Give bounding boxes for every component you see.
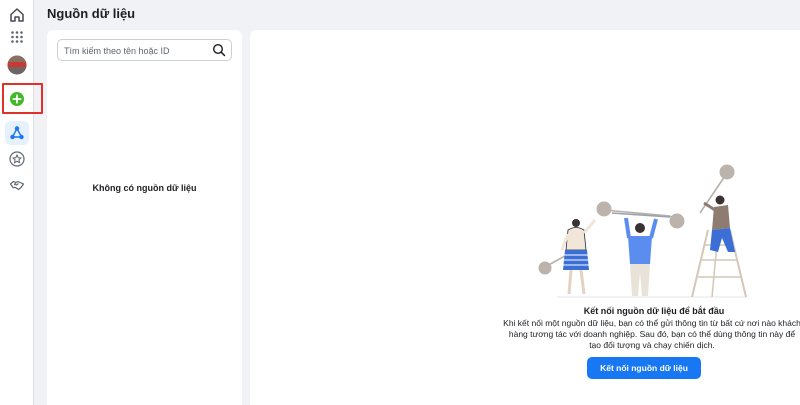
star-icon — [9, 151, 25, 167]
empty-state-label: Không có nguồn dữ liệu — [92, 183, 197, 193]
home-button[interactable] — [5, 3, 29, 27]
data-sources-button[interactable] — [5, 121, 29, 145]
person-ladder-figure — [691, 195, 747, 298]
cta-description: Khi kết nối một nguồn dữ liệu, bạn có th… — [503, 318, 800, 350]
partners-button[interactable] — [5, 173, 29, 197]
search-icon[interactable] — [212, 43, 226, 57]
connect-data-illustration — [538, 164, 747, 298]
network-icon — [10, 126, 24, 140]
favorites-button[interactable] — [5, 147, 29, 171]
person-left-figure — [560, 219, 597, 295]
nav-rail — [0, 0, 43, 405]
handshake-icon — [9, 180, 25, 191]
page-title: Nguồn dữ liệu — [47, 6, 136, 21]
search-input[interactable] — [64, 43, 209, 58]
grid-icon — [11, 31, 23, 43]
main-panel: Kết nối nguồn dữ liệu để bắt đầu Khi kết… — [250, 30, 800, 405]
person-middle-figure — [611, 212, 671, 296]
apps-button[interactable] — [5, 25, 29, 49]
add-button-highlight — [2, 83, 43, 114]
home-icon — [10, 8, 24, 22]
account-button[interactable] — [5, 53, 29, 77]
data-source-list-panel: Không có nguồn dữ liệu — [47, 30, 242, 405]
connect-data-source-button[interactable]: Kết nối nguồn dữ liệu — [587, 357, 701, 379]
avatar — [7, 55, 27, 75]
search-box — [57, 39, 232, 61]
cta-title: Kết nối nguồn dữ liệu để bắt đầu — [583, 306, 725, 316]
